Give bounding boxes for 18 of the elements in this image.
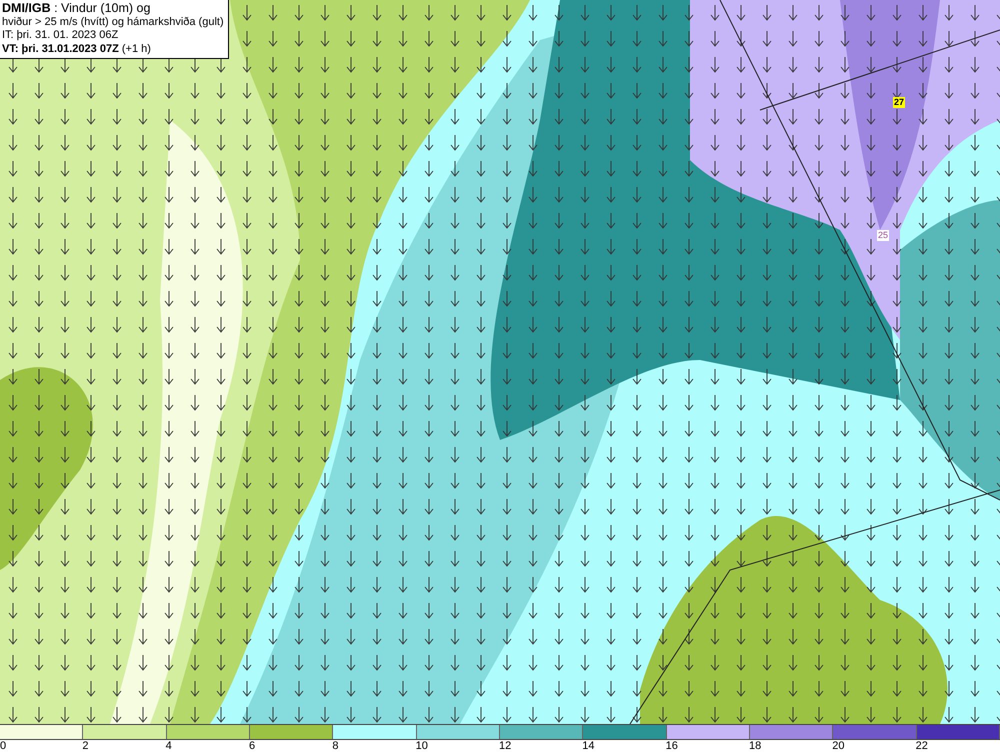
title-line: DMI/IGB : Vindur (10m) og: [2, 2, 152, 16]
legend-tick-label: 18: [748, 740, 762, 753]
legend-tick-label: 0: [0, 740, 6, 753]
max-gust-label: 27: [893, 97, 906, 108]
contour-label: 25: [877, 230, 890, 241]
title-line: IT: þri. 31. 01. 2023 06Z: [2, 29, 120, 42]
legend-tick-label: 6: [248, 740, 256, 753]
title-line: hviður > 25 m/s (hvítt) og hámarkshviða (gult): [2, 16, 224, 29]
legend-tick-label: 22: [916, 740, 928, 753]
legend-tick-label: 12: [498, 740, 512, 753]
legend-tick-label: 10: [416, 740, 428, 753]
legend-tick-label: 14: [582, 740, 595, 753]
legend-tick-label: 20: [832, 740, 845, 753]
legend-tick-label: 2: [82, 740, 88, 753]
legend-tick-label: 4: [166, 740, 172, 753]
legend-tick-label: 16: [666, 740, 678, 753]
legend-tick-label: 8: [332, 740, 338, 753]
title-line: VT: þri. 31.01.2023 07Z (+1 h): [2, 42, 152, 56]
